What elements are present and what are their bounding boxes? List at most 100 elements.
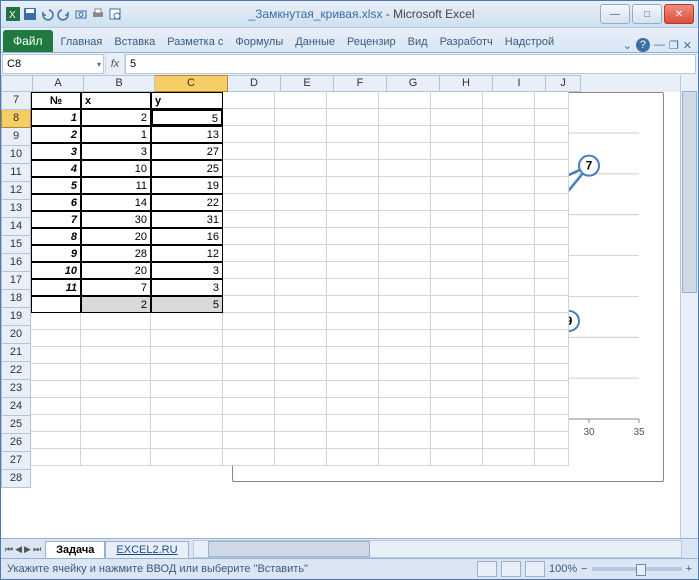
cell[interactable]: 2 — [81, 296, 151, 313]
select-all-triangle[interactable] — [1, 75, 33, 92]
cell[interactable] — [275, 262, 327, 279]
cell[interactable] — [535, 313, 569, 330]
cell[interactable]: 11 — [81, 177, 151, 194]
cell[interactable] — [31, 381, 81, 398]
cell[interactable] — [535, 364, 569, 381]
worksheet-grid[interactable]: ABCDEFGHIJ 78910111213141516171819202122… — [1, 75, 698, 539]
cell[interactable]: 10 — [31, 262, 81, 279]
view-page-layout-icon[interactable] — [501, 561, 521, 577]
cell[interactable] — [431, 126, 483, 143]
cell[interactable] — [379, 296, 431, 313]
row-header[interactable]: 27 — [1, 452, 31, 470]
cell[interactable] — [275, 381, 327, 398]
cell[interactable] — [31, 296, 81, 313]
cell[interactable]: 19 — [151, 177, 223, 194]
column-header[interactable]: C — [155, 75, 228, 92]
row-header[interactable]: 22 — [1, 362, 31, 380]
cell[interactable] — [379, 160, 431, 177]
cell[interactable] — [379, 126, 431, 143]
cell[interactable] — [81, 330, 151, 347]
cell[interactable] — [483, 415, 535, 432]
cell[interactable] — [379, 177, 431, 194]
cell[interactable] — [327, 330, 379, 347]
cell[interactable] — [223, 228, 275, 245]
cell[interactable] — [275, 194, 327, 211]
view-page-break-icon[interactable] — [525, 561, 545, 577]
cell[interactable]: 20 — [81, 228, 151, 245]
tab-nav-next-icon[interactable]: ▶ — [24, 544, 31, 555]
vertical-scrollbar[interactable] — [680, 75, 698, 539]
row-header[interactable]: 7 — [1, 92, 31, 110]
cell[interactable] — [327, 364, 379, 381]
cell[interactable] — [379, 245, 431, 262]
cell[interactable] — [483, 160, 535, 177]
cell[interactable] — [483, 126, 535, 143]
cell[interactable] — [379, 279, 431, 296]
cell[interactable] — [223, 279, 275, 296]
cell[interactable]: 3 — [151, 279, 223, 296]
cell[interactable] — [483, 109, 535, 126]
cell[interactable] — [151, 347, 223, 364]
formula-input[interactable]: 5 — [125, 54, 696, 74]
cell[interactable] — [379, 432, 431, 449]
cell[interactable] — [275, 398, 327, 415]
cell[interactable]: y — [151, 92, 223, 109]
workbook-restore-icon[interactable]: ❐ — [669, 39, 679, 52]
cell[interactable] — [327, 228, 379, 245]
cell[interactable] — [379, 92, 431, 109]
cell[interactable]: 5 — [151, 296, 223, 313]
column-header[interactable]: E — [281, 75, 334, 92]
cell[interactable] — [327, 211, 379, 228]
cell[interactable] — [483, 194, 535, 211]
cell[interactable] — [379, 415, 431, 432]
cell[interactable] — [275, 347, 327, 364]
cell[interactable] — [275, 296, 327, 313]
cell[interactable] — [431, 177, 483, 194]
cell[interactable] — [483, 347, 535, 364]
cell[interactable] — [535, 296, 569, 313]
scrollbar-thumb[interactable] — [682, 91, 697, 293]
cell[interactable] — [535, 398, 569, 415]
cell[interactable] — [535, 228, 569, 245]
cell[interactable] — [483, 92, 535, 109]
cell[interactable] — [379, 381, 431, 398]
row-header[interactable]: 24 — [1, 398, 31, 416]
cell[interactable] — [223, 126, 275, 143]
cell[interactable] — [483, 398, 535, 415]
cell[interactable] — [535, 143, 569, 160]
cell[interactable] — [431, 296, 483, 313]
cell[interactable]: 7 — [31, 211, 81, 228]
cell[interactable] — [151, 398, 223, 415]
cell[interactable] — [483, 330, 535, 347]
cell[interactable]: № — [31, 92, 81, 109]
cell[interactable] — [275, 109, 327, 126]
cell[interactable] — [431, 398, 483, 415]
cell[interactable] — [223, 211, 275, 228]
qat-preview-icon[interactable] — [107, 6, 123, 22]
cell[interactable]: 3 — [81, 143, 151, 160]
cell[interactable] — [223, 262, 275, 279]
cell[interactable] — [81, 313, 151, 330]
cell[interactable] — [483, 364, 535, 381]
row-header[interactable]: 25 — [1, 416, 31, 434]
chevron-down-icon[interactable]: ▾ — [97, 60, 101, 69]
cell[interactable] — [31, 330, 81, 347]
column-header[interactable]: I — [493, 75, 546, 92]
column-header[interactable]: D — [228, 75, 281, 92]
zoom-out-icon[interactable]: − — [581, 563, 587, 575]
cell[interactable] — [431, 364, 483, 381]
qat-camera-icon[interactable] — [73, 6, 89, 22]
cell[interactable] — [535, 279, 569, 296]
cell[interactable] — [535, 262, 569, 279]
cell[interactable] — [223, 313, 275, 330]
cell[interactable]: 11 — [31, 279, 81, 296]
cell[interactable]: 25 — [151, 160, 223, 177]
cell[interactable] — [327, 279, 379, 296]
cell[interactable] — [535, 177, 569, 194]
cell[interactable] — [327, 381, 379, 398]
cell[interactable] — [223, 415, 275, 432]
cell[interactable] — [327, 432, 379, 449]
cell[interactable]: 30 — [81, 211, 151, 228]
cell[interactable] — [327, 245, 379, 262]
row-header[interactable]: 13 — [1, 200, 31, 218]
